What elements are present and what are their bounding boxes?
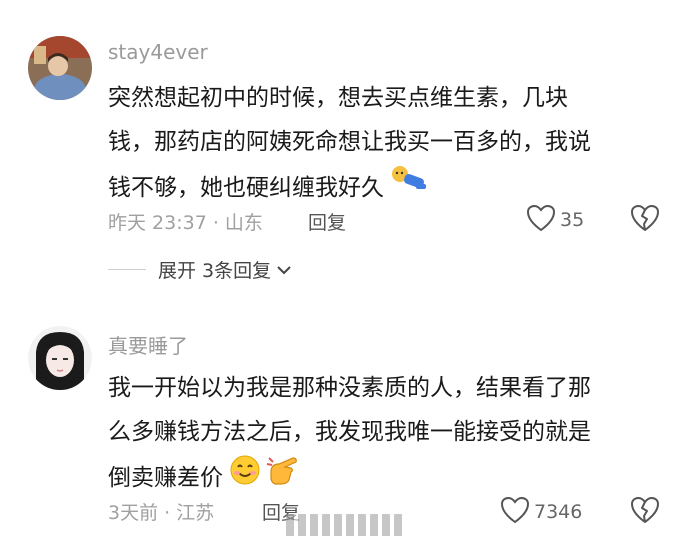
expand-replies-label: 展开 3条回复 xyxy=(158,260,272,282)
lying-figure-emoji xyxy=(390,164,430,211)
comment-item: stay4ever 突然想起初中的时候，想去买点维生素，几块 钱，那药店的阿姨死… xyxy=(0,0,690,300)
divider-line xyxy=(108,269,146,270)
broken-heart-icon xyxy=(630,496,660,528)
comment-text-line: 么多赚钱方法之后，我发现我唯一能接受的就是 xyxy=(108,419,591,445)
comment-item: 真要睡了 我一开始以为我是那种没素质的人，结果看了那 么多赚钱方法之后，我发现我… xyxy=(0,300,690,542)
comment-text-segment: 钱不够，她也硬纠缠我好久 xyxy=(108,174,384,201)
comment-text: 我一开始以为我是那种没素质的人，结果看了那 么多赚钱方法之后，我发现我唯一能接受… xyxy=(108,366,668,501)
avatar[interactable] xyxy=(28,326,92,390)
watermark-overlay xyxy=(286,514,404,536)
username[interactable]: stay4ever xyxy=(108,40,208,64)
like-count: 7346 xyxy=(534,501,583,523)
like-button[interactable]: 35 xyxy=(526,204,584,236)
dislike-button[interactable] xyxy=(630,204,660,236)
chevron-down-icon xyxy=(277,265,291,275)
avatar[interactable] xyxy=(28,36,92,100)
like-button[interactable]: 7346 xyxy=(500,496,582,528)
expand-replies-button[interactable]: 展开 3条回复 xyxy=(108,256,291,283)
smiling-face-emoji xyxy=(229,454,261,501)
pointing-hand-emoji xyxy=(265,454,299,501)
heart-outline-icon xyxy=(526,204,556,236)
comment-text-line: 我一开始以为我是那种没素质的人，结果看了那 xyxy=(108,375,591,401)
username[interactable]: 真要睡了 xyxy=(108,330,188,359)
comment-meta: 3天前 · 江苏 xyxy=(108,502,215,524)
heart-outline-icon xyxy=(500,496,530,528)
like-count: 35 xyxy=(560,209,585,231)
dislike-button[interactable] xyxy=(630,496,660,528)
broken-heart-icon xyxy=(630,204,660,236)
comment-meta: 昨天 23:37 · 山东 xyxy=(108,212,263,234)
comment-text-line: 钱，那药店的阿姨死命想让我买一百多的，我说 xyxy=(108,129,591,155)
reply-button[interactable]: 回复 xyxy=(308,208,346,235)
comment-text-line: 倒卖赚差价 xyxy=(108,454,668,501)
comment-text-segment: 倒卖赚差价 xyxy=(108,464,223,491)
comment-text: 突然想起初中的时候，想去买点维生素，几块 钱，那药店的阿姨死命想让我买一百多的，… xyxy=(108,76,668,211)
comment-text-line: 突然想起初中的时候，想去买点维生素，几块 xyxy=(108,85,568,111)
